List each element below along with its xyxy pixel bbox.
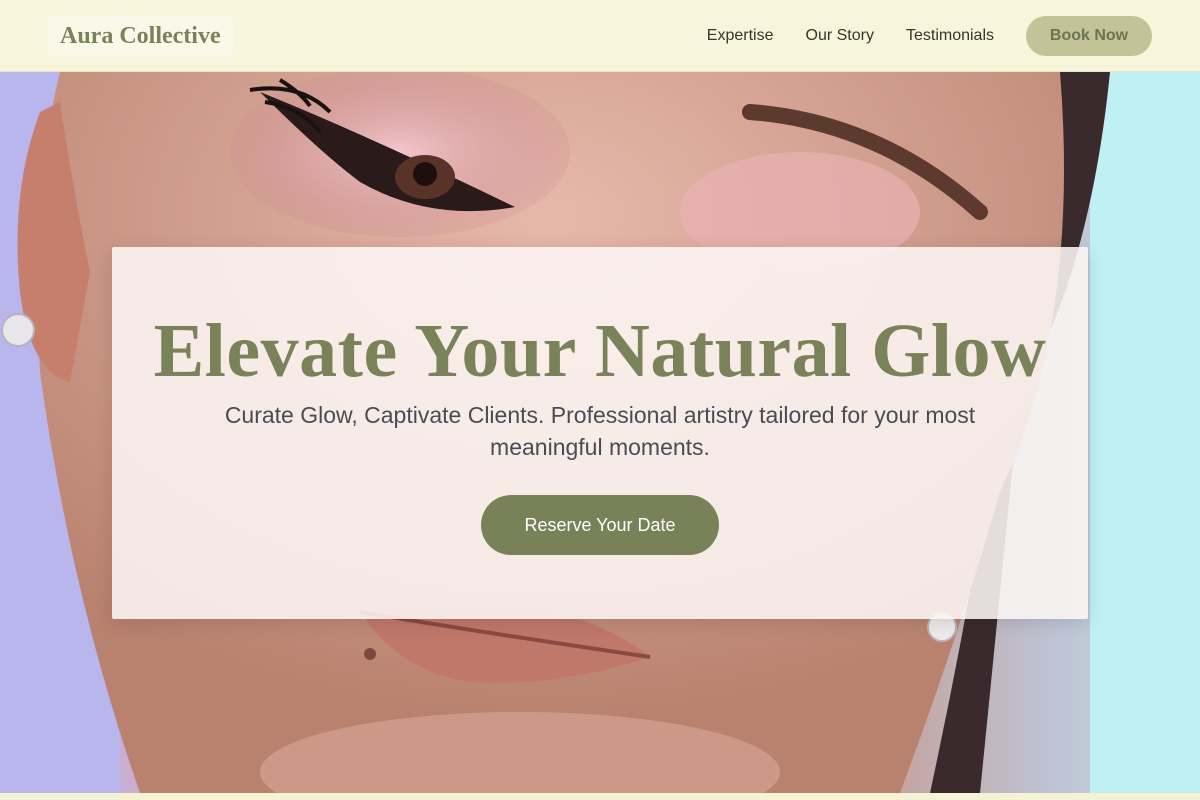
hero-headline: Elevate Your Natural Glow [153,309,1047,393]
site-header: Aura Collective Expertise Our Story Test… [0,0,1200,72]
main-nav: Expertise Our Story Testimonials Book No… [707,15,1152,56]
brand-logo[interactable]: Aura Collective [48,15,233,56]
book-now-button[interactable]: Book Now [1026,15,1152,56]
hero-bottom-strip [0,793,1200,800]
nav-link-testimonials[interactable]: Testimonials [906,27,994,45]
reserve-date-button[interactable]: Reserve Your Date [481,495,719,555]
nav-link-our-story[interactable]: Our Story [806,27,874,45]
hero-subheadline: Curate Glow, Captivate Clients. Professi… [224,402,976,460]
hero-card: Elevate Your Natural Glow Curate Glow, C… [112,247,1088,619]
nav-link-expertise[interactable]: Expertise [707,27,774,45]
